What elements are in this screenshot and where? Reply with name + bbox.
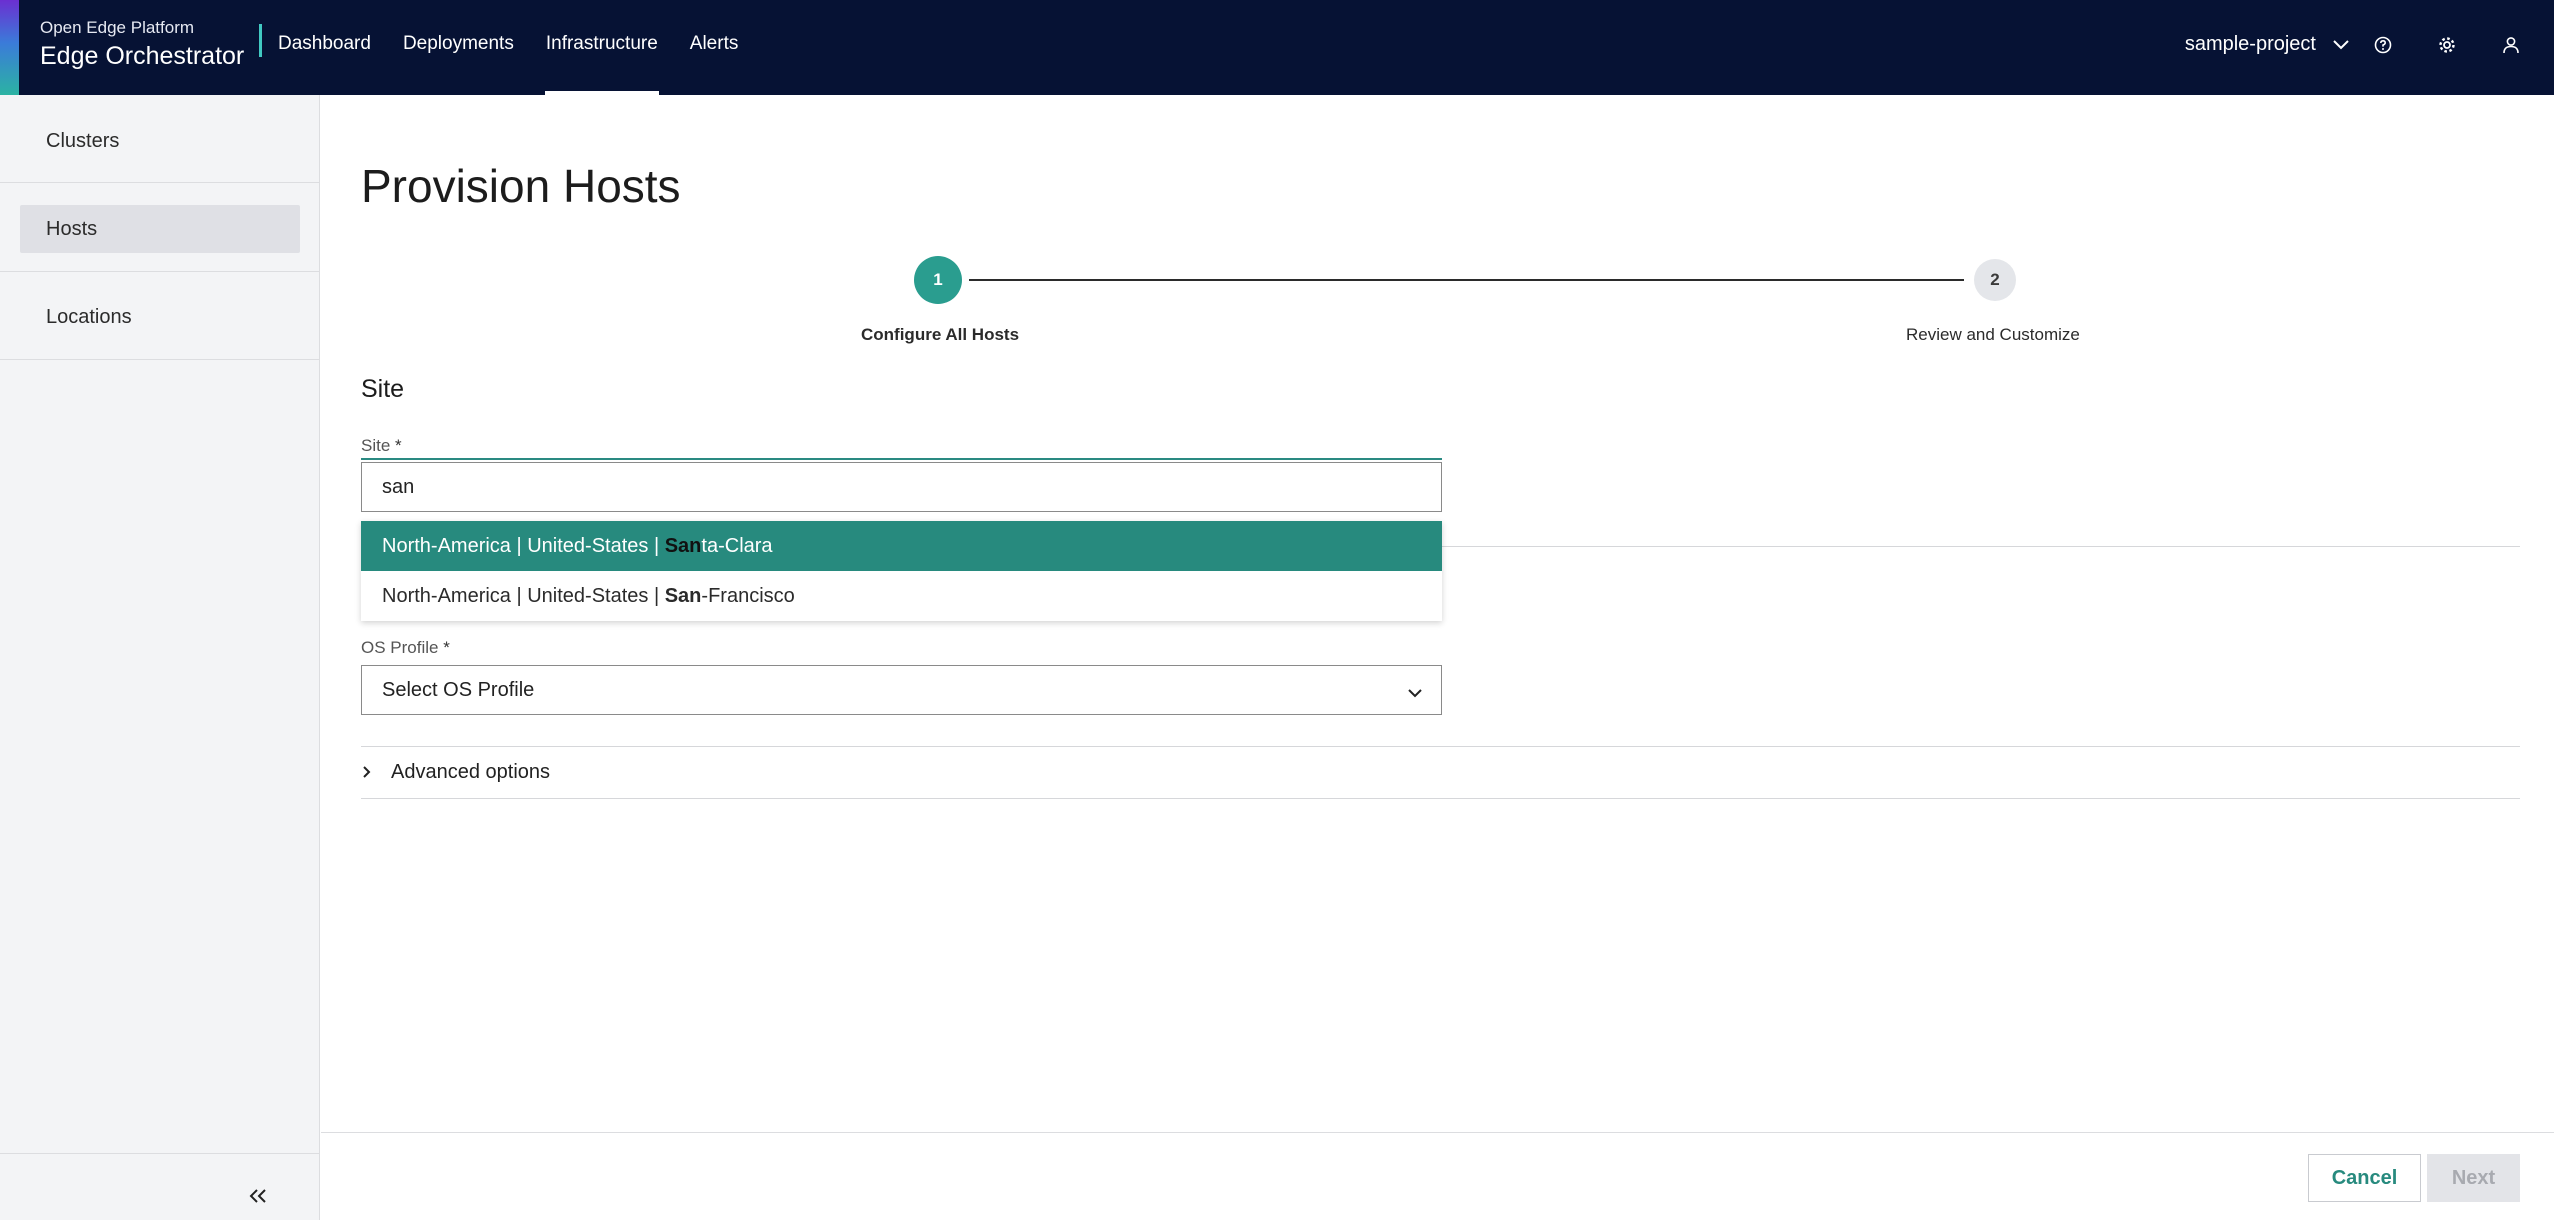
brand-divider [259,24,262,57]
site-label-text: Site [361,436,391,455]
required-mark: * [443,638,450,657]
brand-logo[interactable]: Open Edge Platform Edge Orchestrator [40,16,244,72]
os-profile-select[interactable]: Select OS Profile [361,665,1442,715]
nav-dashboard[interactable]: Dashboard [277,0,372,95]
brand-stripe [0,0,19,95]
sidebar-item-clusters[interactable]: Clusters [20,117,300,165]
chevron-down-icon [1407,682,1423,705]
chevron-right-icon [361,762,381,782]
sidebar-item-hosts[interactable]: Hosts [20,205,300,253]
project-selector[interactable]: sample-project [2185,33,2316,56]
site-field-label: Site * [361,436,402,456]
top-header: Open Edge Platform Edge Orchestrator Das… [0,0,2554,95]
gear-icon[interactable] [2436,34,2458,56]
section-divider [361,798,2520,799]
sidebar: Clusters Hosts Locations [0,95,320,1220]
section-title-site: Site [361,375,405,403]
brand-subtitle: Open Edge Platform [40,18,195,37]
site-option-san-francisco[interactable]: North-America | United-States | San -Fran… [361,571,1442,621]
nav-infrastructure[interactable]: Infrastructure [544,0,659,95]
site-search-input[interactable] [361,462,1442,512]
main-nav: Dashboard Deployments Infrastructure Ale… [277,0,769,95]
double-chevron-left-icon[interactable] [244,1182,272,1210]
footer-divider [321,1132,2554,1133]
step-1-label: Configure All Hosts [861,325,1020,344]
page-title: Provision Hosts [361,160,681,212]
section-divider [361,746,2520,747]
option-suffix: ta-Clara [701,534,773,557]
os-label-text: OS Profile [361,638,439,657]
option-suffix: -Francisco [701,584,795,607]
step-2-indicator: 2 [1974,259,2016,301]
os-profile-value: Select OS Profile [382,678,535,701]
step-1-indicator: 1 [914,256,962,304]
cancel-button[interactable]: Cancel [2308,1154,2421,1202]
stepper-line [969,279,1964,281]
option-prefix: North-America | United-States | [382,534,665,557]
user-icon[interactable] [2500,34,2522,56]
nav-deployments[interactable]: Deployments [402,0,515,95]
step-2-label: Review and Customize [1906,325,2080,344]
advanced-options-label: Advanced options [391,760,551,783]
option-match: San [664,534,702,557]
sidebar-item-locations[interactable]: Locations [20,293,300,341]
site-option-santa-clara[interactable]: North-America | United-States | San ta-Cl… [361,521,1442,571]
sidebar-divider [0,182,320,183]
header-actions: sample-project [2185,0,2554,95]
sidebar-divider [0,1153,320,1154]
help-icon[interactable] [2372,34,2394,56]
main-content: Provision Hosts 1 2 Configure All Hosts … [321,95,2554,1220]
option-prefix: North-America | United-States | [382,584,665,607]
advanced-options-toggle[interactable]: Advanced options [361,757,550,787]
site-dropdown-list: North-America | United-States | San ta-Cl… [361,521,1442,621]
chevron-down-icon[interactable] [2330,34,2352,56]
next-button[interactable]: Next [2427,1154,2520,1202]
sidebar-divider [0,359,320,360]
option-match: San [664,584,702,607]
nav-alerts[interactable]: Alerts [689,0,740,95]
required-mark: * [395,436,402,455]
site-focus-underline [361,458,1442,460]
brand-title: Edge Orchestrator [40,42,245,70]
os-profile-label: OS Profile * [361,638,450,658]
sidebar-divider [0,271,320,272]
